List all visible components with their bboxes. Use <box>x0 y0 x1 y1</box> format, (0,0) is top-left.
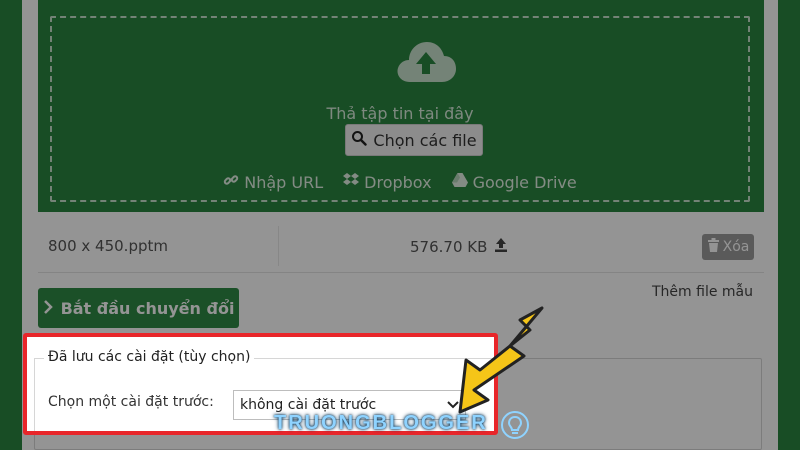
search-icon <box>351 130 368 150</box>
watermark-text: TRUONGBLOGGER <box>274 412 488 434</box>
url-import-link[interactable]: Nhập URL <box>223 172 323 192</box>
upload-icon <box>493 237 509 257</box>
url-import-label: Nhập URL <box>244 172 324 192</box>
file-row-divider <box>278 226 279 266</box>
delete-label: Xóa <box>722 239 750 255</box>
start-conversion-button[interactable]: Bắt đầu chuyển đổi <box>38 288 239 328</box>
google-drive-link[interactable]: Google Drive <box>451 172 577 192</box>
chevron-right-icon <box>43 299 53 318</box>
cloud-upload-icon <box>394 38 458 86</box>
yellow-arrow-icon <box>458 306 544 414</box>
file-row: 800 x 450.pptm 576.70 KB Xóa <box>38 220 764 273</box>
google-drive-label: Google Drive <box>472 172 577 192</box>
upload-source-links: Nhập URL Dropbox Google Drive <box>52 172 748 192</box>
choose-files-button[interactable]: Chọn các file <box>345 124 483 156</box>
file-name: 800 x 450.pptm <box>48 237 168 255</box>
file-size-cell: 576.70 KB <box>410 237 509 257</box>
highlight-preset-value: không cài đặt trước <box>240 397 377 413</box>
dropbox-link[interactable]: Dropbox <box>343 172 432 192</box>
lightbulb-icon <box>501 411 529 439</box>
dropbox-icon <box>343 172 360 192</box>
trash-icon <box>707 238 720 256</box>
highlight-preset-label: Chọn một cài đặt trước: <box>48 394 214 410</box>
delete-file-button[interactable]: Xóa <box>702 234 754 260</box>
drop-files-text: Thả tập tin tại đây <box>326 104 474 123</box>
dropzone-dashed-area[interactable]: Thả tập tin tại đây Chọn các file Nhập U… <box>50 16 750 202</box>
upload-dropzone[interactable]: Thả tập tin tại đây Chọn các file Nhập U… <box>38 0 764 212</box>
highlight-settings-legend: Đã lưu các cài đặt (tùy chọn) <box>44 349 255 365</box>
dropbox-label: Dropbox <box>364 172 432 192</box>
file-size: 576.70 KB <box>410 238 488 256</box>
add-sample-file-link[interactable]: Thêm file mẫu <box>652 284 753 300</box>
start-conversion-label: Bắt đầu chuyển đổi <box>60 298 235 318</box>
google-drive-icon <box>451 172 468 192</box>
link-icon <box>223 172 239 192</box>
choose-files-label: Chọn các file <box>373 130 477 150</box>
